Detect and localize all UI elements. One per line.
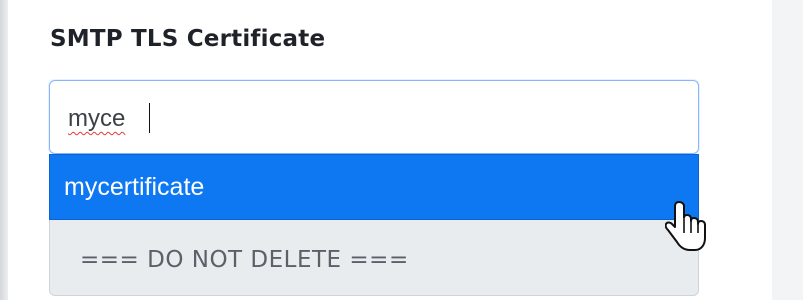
page-edge-shadow — [0, 0, 8, 300]
certificate-search-input[interactable]: myce — [49, 80, 699, 154]
dropdown-option-label: === DO NOT DELETE === — [80, 247, 409, 273]
dropdown-option-mycertificate[interactable]: mycertificate — [49, 154, 699, 220]
autocomplete-dropdown: mycertificate === DO NOT DELETE === — [49, 154, 699, 296]
hand-pointer-icon — [665, 201, 706, 251]
smtp-tls-certificate-label: SMTP TLS Certificate — [50, 26, 326, 52]
input-value-text: myce — [68, 105, 126, 132]
dropdown-option-label: mycertificate — [64, 173, 205, 201]
text-caret — [149, 103, 150, 133]
page-background-strip — [772, 0, 803, 300]
dropdown-option-do-not-delete: === DO NOT DELETE === — [49, 220, 699, 296]
